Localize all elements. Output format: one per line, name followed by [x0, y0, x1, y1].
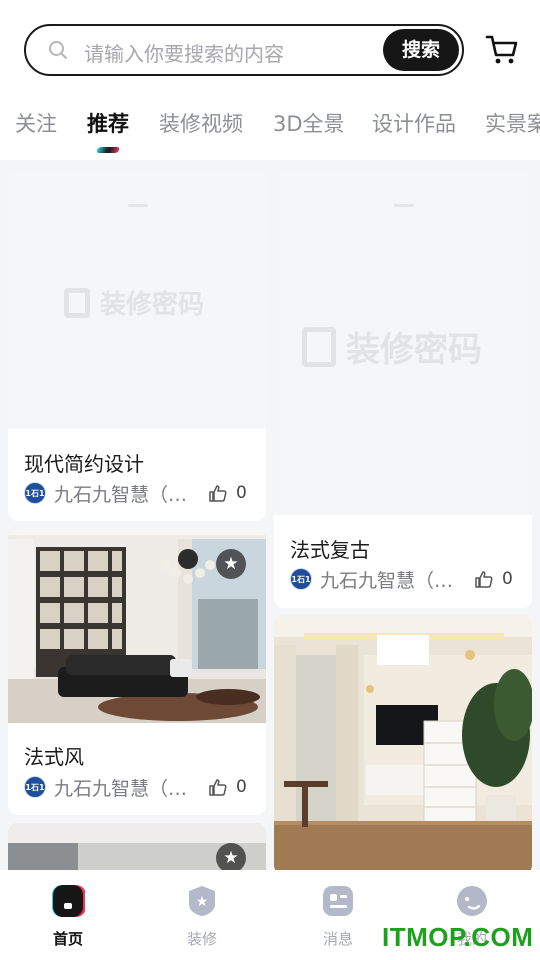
card-title: 现代简约设计 — [24, 452, 144, 476]
avatar: 1石1 — [290, 568, 312, 590]
thumbs-up-icon[interactable] — [208, 483, 228, 503]
feed-card[interactable] — [274, 615, 532, 870]
placeholder-logo: 装修密码 — [64, 284, 204, 321]
profile-icon — [457, 886, 487, 916]
nav-label: 消息 — [322, 930, 353, 948]
message-icon — [323, 886, 353, 916]
image-placeholder: 装修密码 — [274, 172, 532, 515]
like-count: 0 — [236, 483, 247, 503]
author-row: 1石1 九石九智慧（天津） 0 — [290, 567, 518, 592]
interior-photo: ★ — [8, 823, 266, 870]
like-count: 0 — [502, 569, 513, 589]
avatar: 1石1 — [24, 482, 46, 504]
nav-messages[interactable]: 消息 — [288, 870, 388, 960]
image-placeholder: 装修密码 — [8, 172, 266, 429]
tab-3d-panorama[interactable]: 3D全景 — [273, 108, 345, 138]
tab-design-works[interactable]: 设计作品 — [372, 108, 456, 138]
living-room-photo — [274, 615, 532, 870]
tab-real-cases[interactable]: 实景案 — [485, 108, 540, 138]
avatar: 1石1 — [24, 776, 46, 798]
placeholder-brand-text: 装修密码 — [346, 330, 482, 370]
author-name: 九石九智慧（天津） — [54, 777, 204, 800]
active-tab-indicator — [95, 147, 121, 153]
placeholder-brand-text: 装修密码 — [100, 290, 205, 320]
site-watermark: ITMOP.COM — [382, 922, 534, 952]
tab-following[interactable]: 关注 — [15, 108, 57, 138]
author-name: 九石九智慧（天津） — [320, 569, 470, 592]
author-row: 1石1 九石九智慧（天津） 0 — [24, 481, 252, 506]
nav-home[interactable]: 首页 — [18, 870, 118, 960]
author-name: 九石九智慧（天津） — [54, 483, 204, 506]
card-title: 法式风 — [24, 745, 84, 769]
favorite-star-icon[interactable]: ★ — [216, 549, 246, 579]
thumbs-up-icon[interactable] — [474, 569, 494, 589]
like-count: 0 — [236, 777, 247, 797]
tab-recommended[interactable]: 推荐 — [87, 108, 129, 138]
placeholder-logo: 装修密码 — [302, 322, 482, 371]
category-tabs: 关注 推荐 装修视频 3D全景 设计作品 实景案 — [0, 108, 540, 148]
home-icon — [52, 885, 85, 917]
svg-text:★: ★ — [196, 894, 209, 910]
top-header: 请输入你要搜索的内容 搜索 关注 推荐 装修视频 3D全景 设计作品 实景案 — [0, 0, 540, 160]
search-bar[interactable]: 请输入你要搜索的内容 搜索 — [24, 24, 464, 76]
card-title: 法式复古 — [290, 538, 370, 562]
tab-renovation-video[interactable]: 装修视频 — [159, 108, 243, 138]
search-icon — [49, 41, 67, 59]
renovation-icon: ★ — [189, 886, 215, 916]
content-feed[interactable]: 装修密码 现代简约设计 1石1 九石九智慧（天津） 0 装修密码 法式复古 1石… — [0, 160, 540, 870]
feed-card[interactable]: 装修密码 法式复古 1石1 九石九智慧（天津） 0 — [274, 172, 532, 608]
feed-card[interactable]: ★ 法式风 1石1 九石九智慧（天津） 0 — [8, 529, 266, 815]
feed-card[interactable]: ★ — [8, 823, 266, 870]
cart-icon[interactable] — [484, 32, 520, 66]
nav-renovation[interactable]: ★ 装修 — [152, 870, 252, 960]
search-button[interactable]: 搜索 — [383, 29, 459, 71]
author-row: 1石1 九石九智慧（天津） 0 — [24, 775, 252, 800]
living-room-photo: ★ — [8, 529, 266, 723]
feed-card[interactable]: 装修密码 现代简约设计 1石1 九石九智慧（天津） 0 — [8, 172, 266, 521]
search-input[interactable]: 请输入你要搜索的内容 — [84, 38, 284, 67]
nav-label: 装修 — [186, 930, 217, 948]
favorite-star-icon[interactable]: ★ — [216, 843, 246, 870]
thumbs-up-icon[interactable] — [208, 777, 228, 797]
nav-label: 首页 — [52, 930, 83, 948]
